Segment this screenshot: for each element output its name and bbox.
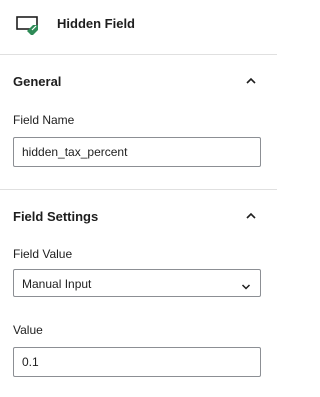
block-title: Hidden Field [57, 16, 135, 31]
field-name-label: Field Name [13, 113, 75, 127]
field-settings-panel-title: Field Settings [13, 209, 99, 224]
field-value-selected: Manual Input [22, 277, 92, 291]
field-value-label: Field Value [13, 247, 73, 261]
value-label: Value [13, 323, 43, 337]
field-value-select[interactable]: Manual Input [13, 269, 261, 297]
block-header: Hidden Field [0, 0, 277, 55]
hidden-field-icon [16, 15, 42, 36]
chevron-up-icon [245, 74, 257, 86]
value-input[interactable] [13, 347, 261, 377]
field-settings-panel: Field Settings Field Value Manual Input … [0, 190, 277, 397]
chevron-down-icon [241, 279, 251, 290]
general-panel-toggle[interactable]: General [0, 55, 277, 107]
field-name-input[interactable] [13, 137, 261, 167]
field-settings-panel-toggle[interactable]: Field Settings [0, 190, 277, 242]
general-panel-title: General [13, 74, 62, 89]
chevron-up-icon [245, 209, 257, 221]
general-panel: General Field Name [0, 55, 277, 190]
